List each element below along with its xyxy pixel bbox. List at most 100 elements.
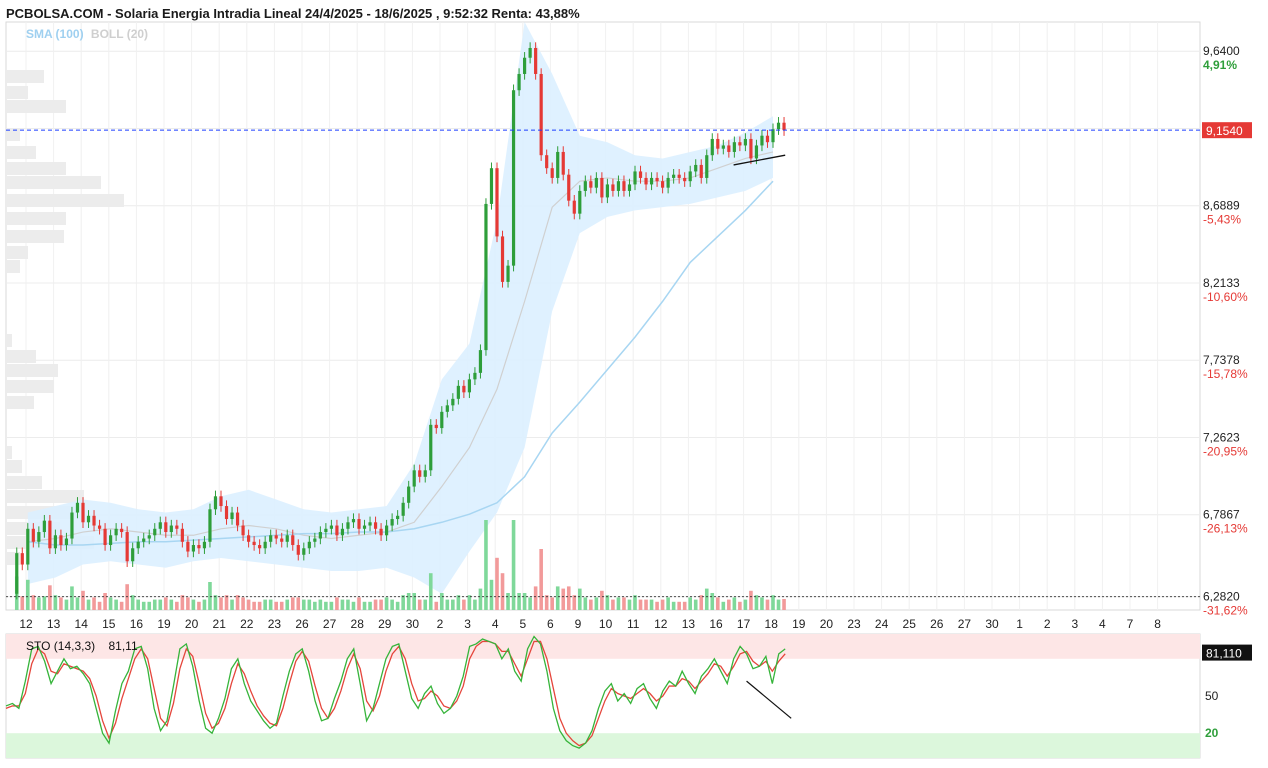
candle-body	[241, 525, 245, 536]
candle-body	[258, 545, 262, 549]
candle-body	[296, 545, 300, 555]
candle-body	[721, 145, 725, 149]
time-tick-label: 21	[213, 617, 227, 631]
volume-bar	[660, 599, 665, 610]
price-pct-label: -5,43%	[1203, 213, 1241, 227]
volume-bar	[611, 599, 615, 610]
volume-profile-bar	[6, 230, 64, 243]
volume-bar	[754, 595, 759, 610]
volume-profile-bar	[6, 490, 84, 503]
sma-legend[interactable]: SMA (100)	[26, 27, 84, 41]
volume-bar	[765, 599, 770, 610]
volume-bar	[677, 601, 681, 610]
volume-bar	[37, 597, 41, 610]
volume-bar	[81, 590, 85, 610]
volume-bar	[627, 599, 632, 610]
candle-body	[418, 470, 422, 477]
candle-body	[765, 135, 770, 143]
candle-body	[523, 57, 527, 74]
volume-bar	[324, 601, 328, 610]
candle-body	[379, 528, 383, 536]
candle-body	[186, 541, 190, 552]
candle-body	[688, 171, 692, 182]
candle-body	[274, 535, 278, 539]
candle-body	[285, 535, 289, 542]
time-tick-label: 20	[820, 617, 834, 631]
candle-body	[208, 509, 212, 542]
volume-bar	[362, 601, 367, 610]
candle-body	[727, 145, 731, 152]
candle-body	[589, 181, 593, 188]
candle-body	[495, 168, 499, 237]
volume-bar	[390, 599, 394, 610]
candle-body	[484, 203, 488, 351]
candle-body	[247, 535, 251, 542]
volume-bar	[544, 595, 549, 610]
volume-bar	[53, 595, 58, 610]
volume-bar	[682, 601, 687, 610]
candle-body	[324, 528, 328, 533]
volume-bar	[428, 573, 433, 610]
sto-overbought-band	[6, 634, 1200, 659]
sto-value-badge-label: 81,110	[1206, 647, 1242, 661]
candle-body	[75, 502, 80, 513]
volume-bar	[600, 590, 604, 610]
volume-bar	[31, 595, 36, 610]
candle-body	[158, 522, 162, 529]
candle-body	[64, 538, 69, 546]
volume-profile-bar	[6, 194, 124, 207]
volume-bar	[727, 599, 731, 610]
candle-body	[539, 73, 543, 156]
candle-body	[605, 184, 609, 198]
volume-profile-bar	[6, 476, 42, 489]
price-tick-label: 8,2133	[1203, 276, 1240, 290]
volume-bar	[743, 599, 748, 610]
time-tick-label: 9	[575, 617, 582, 631]
boll-legend[interactable]: BOLL (20)	[91, 27, 148, 41]
candle-body	[600, 177, 604, 198]
price-chart[interactable]: 9,64004,91%9,16448,6889-5,43%8,2133-10,6…	[0, 0, 1268, 763]
volume-bar	[423, 599, 428, 610]
candle-body	[506, 265, 510, 282]
volume-bar	[594, 597, 599, 610]
candle-body	[175, 525, 179, 529]
volume-bar	[169, 599, 174, 610]
candle-body	[180, 528, 184, 542]
volume-bar	[175, 601, 179, 610]
candle-body	[401, 502, 405, 516]
volume-bar	[771, 595, 775, 610]
volume-bar	[64, 599, 69, 610]
volume-bar	[213, 595, 218, 610]
candle-body	[743, 138, 747, 146]
volume-bar	[346, 599, 350, 610]
volume-profile-bar	[6, 364, 58, 377]
candle-body	[528, 47, 532, 58]
candle-body	[710, 138, 714, 156]
candle-body	[362, 525, 367, 529]
time-tick-label: 27	[323, 617, 337, 631]
volume-bar	[566, 586, 571, 610]
price-pct-label: 4,91%	[1203, 58, 1237, 72]
candle-body	[776, 122, 781, 130]
time-tick-label: 16	[709, 617, 723, 631]
time-tick-label: 25	[903, 617, 917, 631]
price-pct-label: -20,95%	[1203, 444, 1248, 458]
volume-bar	[401, 595, 405, 610]
candle-body	[738, 142, 742, 146]
candle-body	[48, 520, 52, 549]
candle-body	[462, 385, 466, 393]
volume-bar	[517, 593, 521, 610]
sto-legend: STO (14,3,3) 81,11	[26, 639, 138, 653]
candle-body	[357, 519, 361, 529]
candle-body	[390, 519, 394, 526]
volume-bar	[368, 601, 372, 610]
time-tick-label: 29	[378, 617, 392, 631]
candle-body	[219, 496, 223, 507]
time-tick-label: 19	[157, 617, 171, 631]
candle-body	[760, 135, 764, 146]
candle-body	[109, 535, 113, 546]
candle-body	[307, 541, 311, 549]
candle-body	[572, 200, 576, 214]
candle-body	[534, 47, 538, 74]
volume-bar	[296, 597, 301, 610]
